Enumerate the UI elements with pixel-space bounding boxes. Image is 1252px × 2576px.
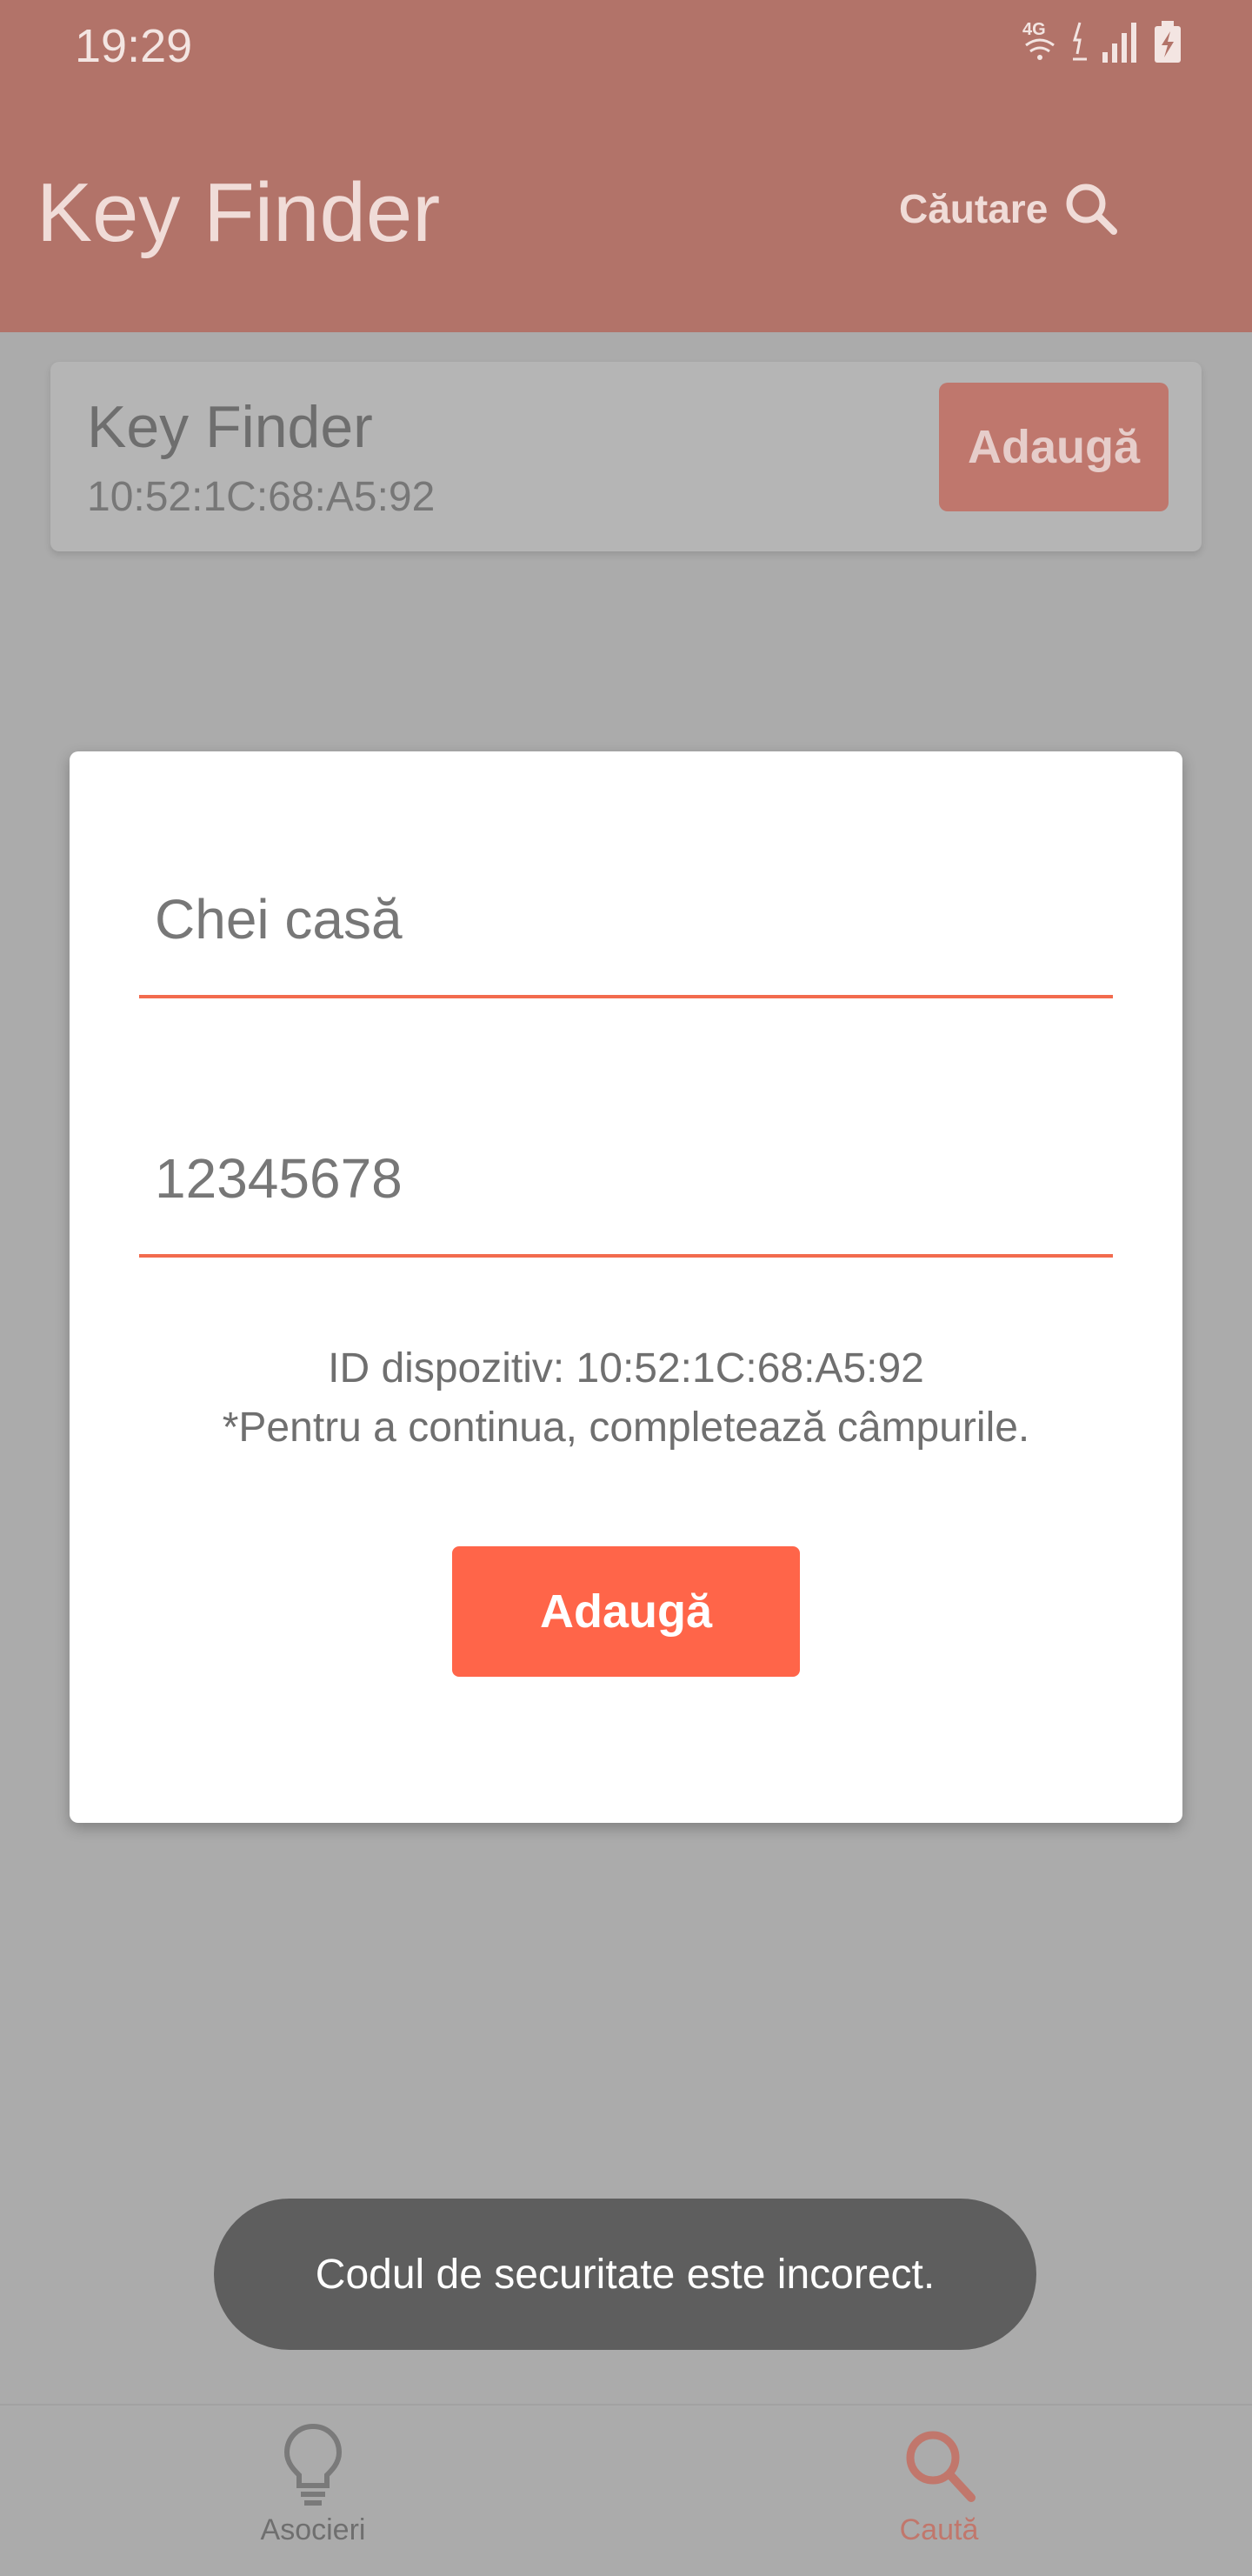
lightbulb-icon	[283, 2423, 343, 2506]
device-mac: 10:52:1C:68:A5:92	[87, 474, 436, 520]
network-4g-icon: 4G	[1022, 20, 1055, 60]
svg-text:4G: 4G	[1022, 20, 1046, 39]
data-arrows-icon	[1072, 22, 1087, 61]
search-action-label: Căutare	[899, 186, 1049, 231]
toast-message: Codul de securitate este incorect.	[214, 2199, 1036, 2350]
nav-item-asocieri[interactable]: Asocieri	[183, 2421, 443, 2547]
signal-icon	[1102, 23, 1136, 63]
device-name: Key Finder	[87, 394, 373, 460]
security-code-field[interactable]: 12345678	[139, 1147, 1113, 1258]
device-card: Key Finder 10:52:1C:68:A5:92 Adaugă	[50, 362, 1202, 551]
bottom-nav: Asocieri Caută	[0, 2404, 1252, 2576]
device-add-button[interactable]: Adaugă	[939, 383, 1169, 511]
status-icons: 4G	[1021, 19, 1182, 64]
battery-charging-icon	[1155, 21, 1181, 63]
nav-item-cauta[interactable]: Caută	[809, 2421, 1069, 2547]
security-code-field-value: 12345678	[155, 1147, 403, 1210]
app-title: Key Finder	[37, 166, 441, 259]
status-time: 19:29	[75, 20, 193, 72]
toast-text: Codul de securitate este incorect.	[315, 2251, 936, 2298]
device-name-field[interactable]: Chei casă	[139, 888, 1113, 998]
app-bar: 19:29 4G Key Finder Căutare	[0, 0, 1252, 332]
search-icon	[906, 2431, 976, 2502]
search-icon	[1066, 184, 1118, 235]
device-name-field-value: Chei casă	[155, 888, 403, 951]
search-action-button[interactable]: Căutare	[899, 181, 1119, 237]
dialog-add-button[interactable]: Adaugă	[452, 1546, 800, 1677]
hint-text: *Pentru a continua, completează câmpuril…	[222, 1405, 1030, 1451]
nav-label-asocieri: Asocieri	[260, 2513, 366, 2546]
add-device-dialog: Chei casă 12345678 ID dispozitiv: 10:52:…	[70, 751, 1182, 1823]
nav-label-cauta: Caută	[899, 2513, 979, 2546]
device-id-text: ID dispozitiv: 10:52:1C:68:A5:92	[328, 1345, 924, 1391]
